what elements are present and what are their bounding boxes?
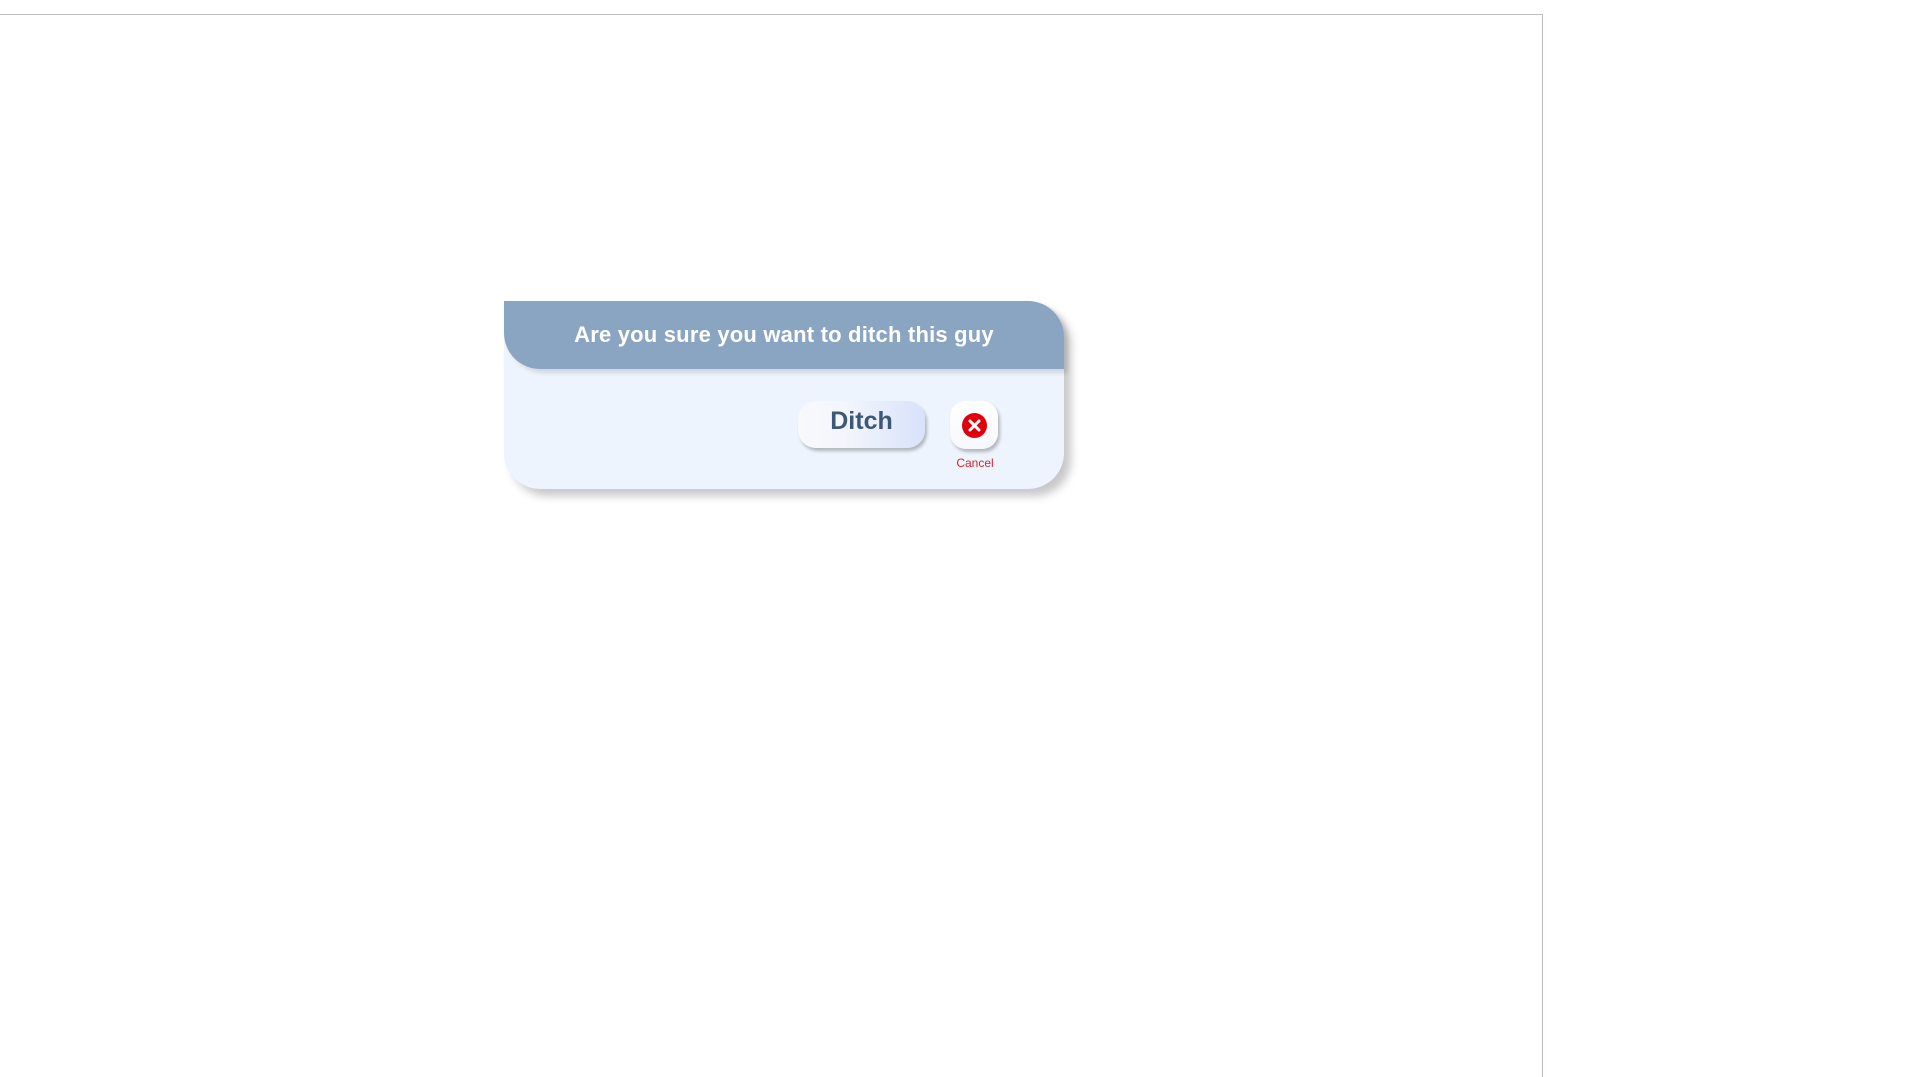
ditch-button-label: Ditch <box>830 407 893 435</box>
page-frame: Are you sure you want to ditch this guy … <box>0 14 1543 1077</box>
dialog-title: Are you sure you want to ditch this guy <box>574 322 994 347</box>
cancel-button[interactable] <box>950 401 998 449</box>
cancel-x-icon <box>961 412 987 438</box>
cancel-button-label: Cancel <box>956 456 994 470</box>
confirmation-dialog: Are you sure you want to ditch this guy … <box>504 301 1064 489</box>
ditch-button[interactable]: Ditch <box>798 401 925 448</box>
dialog-header: Are you sure you want to ditch this guy <box>504 301 1064 369</box>
